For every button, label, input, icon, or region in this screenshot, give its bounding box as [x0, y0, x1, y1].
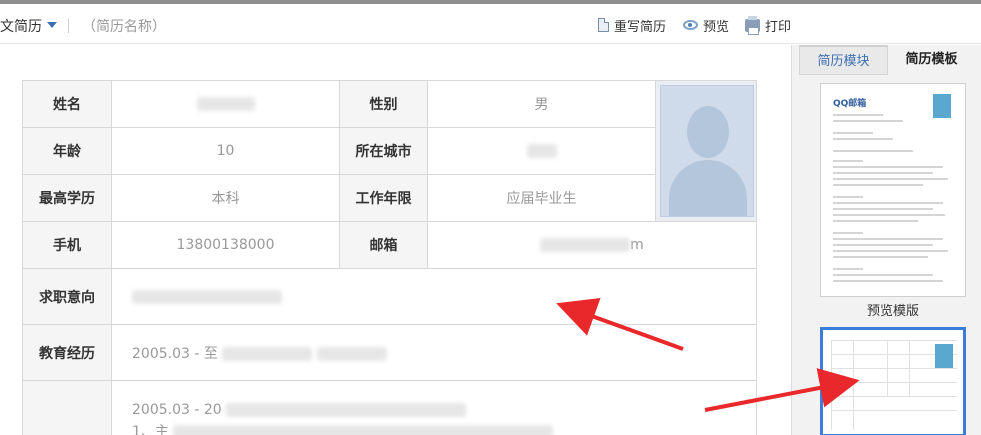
template-photo-icon	[933, 94, 951, 118]
job-intent-label: 求职意向	[22, 268, 112, 325]
right-panel-tabs: 简历模块 简历模板	[799, 45, 975, 75]
preview-button[interactable]: 预览	[683, 14, 729, 36]
print-button[interactable]: 打印	[745, 14, 791, 36]
photo-cell[interactable]	[655, 80, 757, 222]
work-history-item: 1、主	[132, 424, 169, 435]
tab-resume-modules[interactable]: 简历模块	[799, 45, 888, 75]
education-label: 最高学历	[22, 174, 112, 222]
job-intent-value[interactable]	[111, 268, 757, 325]
edu-history-date: 2005.03 - 至	[132, 345, 218, 362]
tab-resume-templates[interactable]: 简历模板	[888, 45, 975, 75]
template-grid	[831, 340, 957, 430]
right-panel: 简历模块 简历模板 QQ邮箱 预览模版	[791, 45, 981, 435]
email-partial-text: m	[630, 237, 644, 253]
email-label: 邮箱	[339, 221, 428, 269]
work-years-label: 工作年限	[339, 174, 428, 222]
work-history-value[interactable]: 2005.03 - 20 1、主	[111, 380, 757, 435]
edu-history-label: 教育经历	[22, 324, 112, 381]
toolbar: 文简历 （简历名称） 重写简历 预览 打印	[0, 4, 981, 44]
preview-label: 预览	[703, 19, 730, 35]
resume-language-title[interactable]: 文简历	[0, 16, 42, 36]
edu-history-value[interactable]: 2005.03 - 至	[111, 324, 757, 381]
city-value[interactable]	[427, 127, 656, 175]
avatar-body-icon	[669, 160, 747, 216]
gender-value[interactable]: 男	[427, 80, 656, 128]
preview-template-button[interactable]: 预览模版	[820, 300, 966, 319]
email-value[interactable]: m	[427, 221, 757, 269]
gender-label: 性别	[339, 80, 428, 128]
age-value[interactable]: 10	[111, 127, 340, 175]
resume-name-field[interactable]: （简历名称）	[82, 16, 166, 36]
resume-paper: 姓名 性别 男 年龄 10 所在城市 最高学历 本科 工作年限 应届毕业生 手机	[0, 45, 790, 435]
city-label: 所在城市	[339, 127, 428, 175]
name-value[interactable]	[111, 80, 340, 128]
phone-value[interactable]: 13800138000	[111, 221, 340, 269]
resume-table: 姓名 性别 男 年龄 10 所在城市 最高学历 本科 工作年限 应届毕业生 手机	[22, 80, 757, 435]
chevron-down-icon[interactable]	[47, 22, 57, 28]
template-thumbnail-2-selected[interactable]	[820, 327, 966, 435]
work-history-date: 2005.03 - 20	[132, 402, 222, 418]
work-years-value[interactable]: 应届毕业生	[427, 174, 656, 222]
document-icon	[598, 18, 609, 32]
rewrite-resume-button[interactable]: 重写简历	[598, 14, 666, 36]
eye-icon	[683, 20, 698, 30]
rewrite-resume-label: 重写简历	[614, 19, 667, 35]
phone-label: 手机	[22, 221, 112, 269]
template-thumbnail-title: QQ邮箱	[833, 99, 867, 109]
template-thumbnail-1[interactable]: QQ邮箱	[820, 83, 966, 297]
name-label: 姓名	[22, 80, 112, 128]
printer-icon	[745, 15, 760, 35]
print-label: 打印	[765, 19, 792, 35]
age-label: 年龄	[22, 127, 112, 175]
work-history-label	[22, 380, 112, 435]
toolbar-divider	[68, 19, 69, 33]
avatar-head-icon	[687, 106, 729, 158]
avatar-placeholder[interactable]	[660, 85, 754, 217]
education-value[interactable]: 本科	[111, 174, 340, 222]
